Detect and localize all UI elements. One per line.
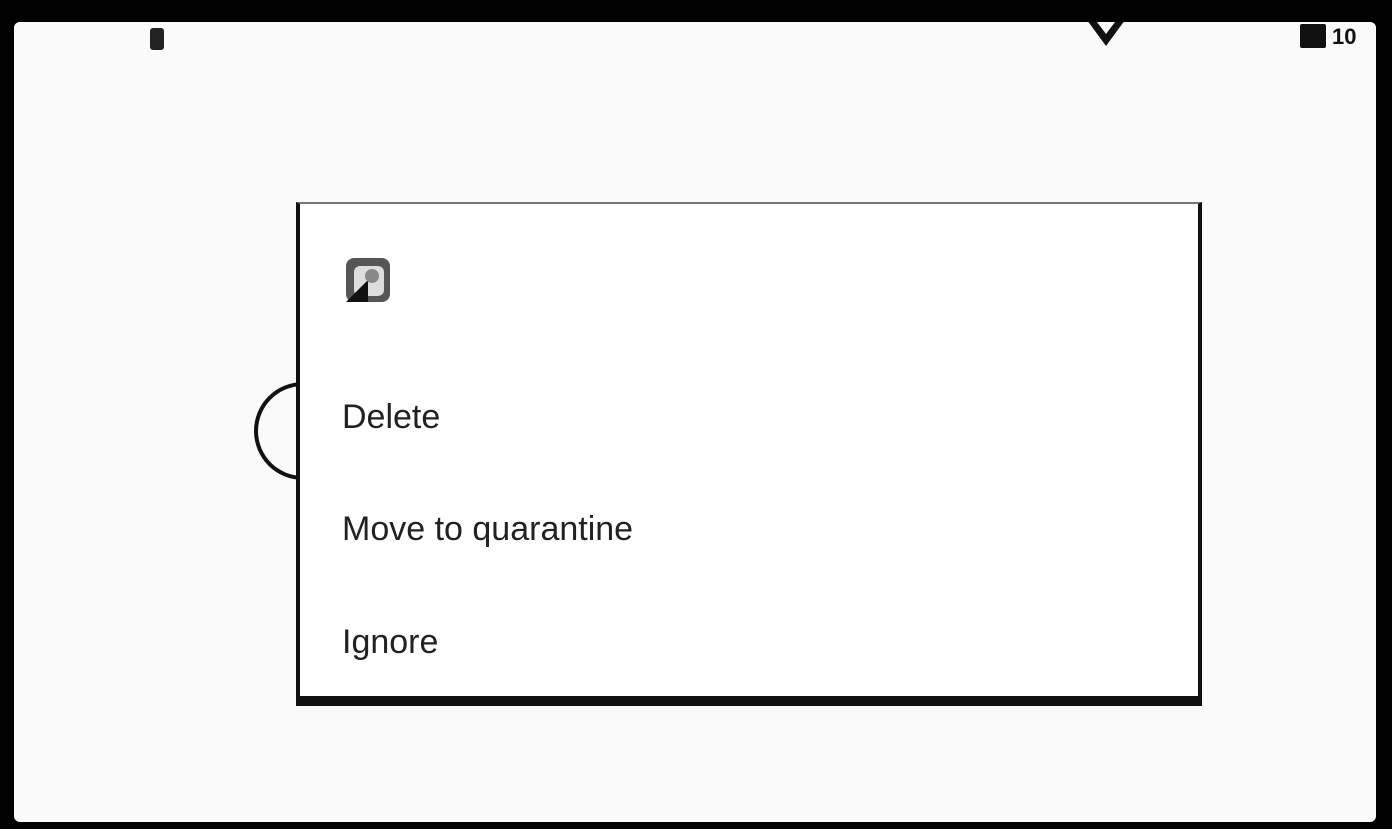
move-to-quarantine-option-label: Move to quarantine	[342, 509, 634, 548]
wifi-icon	[1084, 22, 1128, 46]
status-bar: 10	[14, 22, 1376, 56]
action-dialog: Delete Move to quarantine Ignore	[296, 202, 1202, 700]
delete-option-label: Delete	[342, 397, 441, 436]
ignore-option-label: Ignore	[342, 622, 439, 661]
threat-app-icon	[346, 258, 390, 302]
ignore-option[interactable]: Ignore	[300, 594, 1198, 690]
battery-icon	[1300, 24, 1326, 48]
device-screen: 10 Delete Move to quarantine Ignore	[14, 22, 1376, 822]
move-to-quarantine-option[interactable]: Move to quarantine	[300, 481, 1198, 577]
status-time: 10	[1332, 24, 1357, 49]
delete-option[interactable]: Delete	[300, 369, 1198, 465]
notification-icon	[150, 28, 164, 50]
